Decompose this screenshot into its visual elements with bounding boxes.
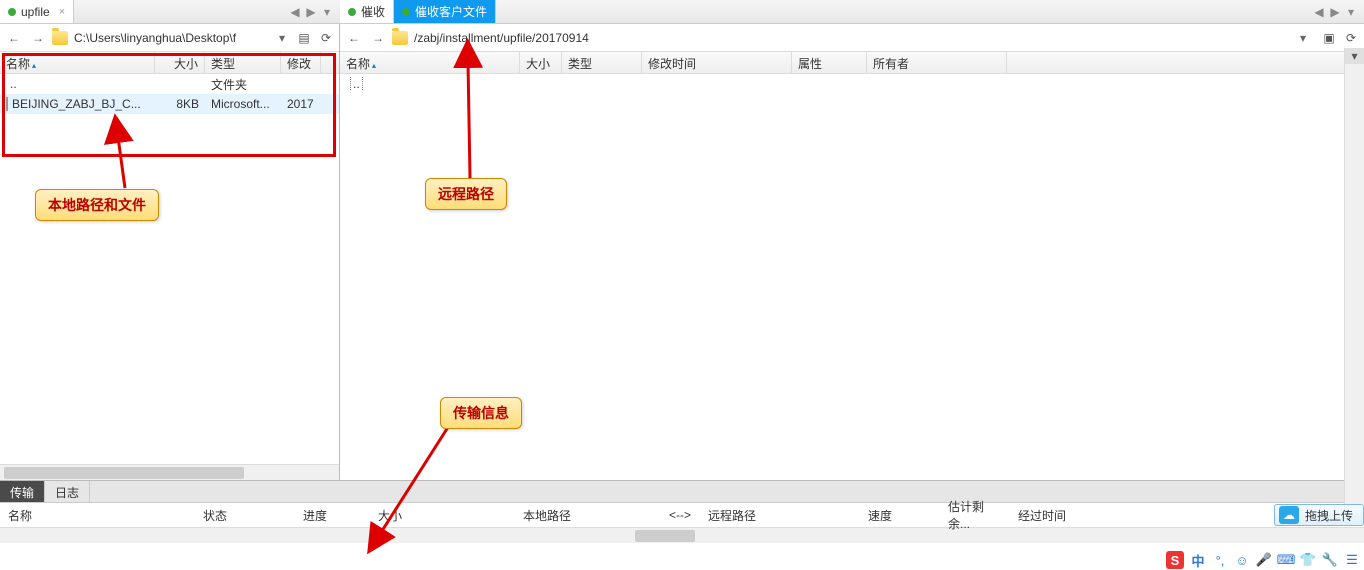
scrollbar-thumb[interactable] [4,467,244,479]
list-item[interactable]: .. 文件夹 [0,74,339,94]
ime-tool-icon[interactable]: 🔧 [1322,552,1338,568]
callout-remote: 远程路径 [425,178,507,210]
ime-keyboard-icon[interactable]: ⌨ [1278,552,1294,568]
callout-local: 本地路径和文件 [35,189,159,221]
tab-menu-icon[interactable]: ▾ [320,5,334,19]
forward-icon[interactable]: → [368,28,388,48]
tab-menu-icon[interactable]: ▾ [1344,5,1358,19]
tab-label: 催收 [361,3,385,20]
tab-prev-icon[interactable]: ◀ [288,5,302,19]
col-attr[interactable]: 属性 [792,52,867,73]
ime-mic-icon[interactable]: 🎤 [1256,552,1272,568]
chevron-down-icon[interactable]: ▾ [1300,31,1312,45]
col-owner[interactable]: 所有者 [867,52,1007,73]
list-item[interactable]: .. [340,74,1364,94]
tcol-size[interactable]: 大小 [370,507,515,524]
ime-emoji-icon[interactable]: ☺ [1234,552,1250,568]
folder-icon [52,31,68,45]
local-file-list[interactable]: .. 文件夹 BEIJING_ZABJ_BJ_C... 8KB Microsof… [0,74,339,464]
tcol-rpath[interactable]: 远程路径 [700,507,860,524]
drag-upload-button[interactable]: ☁ 拖拽上传 [1274,504,1364,526]
terminal-icon[interactable]: ▣ [1320,29,1338,47]
back-icon[interactable]: ← [4,28,24,48]
close-icon[interactable]: × [59,6,65,18]
tcol-arrow: <--> [660,508,700,522]
list-item[interactable]: BEIJING_ZABJ_BJ_C... 8KB Microsoft... 20… [0,94,339,114]
tcol-progress[interactable]: 进度 [295,507,370,524]
refresh-icon[interactable]: ⟳ [317,29,335,47]
tab-label: upfile [21,5,50,19]
tab-label: 催收客户文件 [415,3,487,20]
local-list-header: 名称▴ 大小 类型 修改 [0,52,339,74]
status-dot-icon [348,8,356,16]
tab-prev-icon[interactable]: ◀ [1312,5,1326,19]
col-type[interactable]: 类型 [205,52,281,73]
left-tab-upfile[interactable]: upfile × [0,0,74,23]
refresh-icon[interactable]: ⟳ [1342,29,1360,47]
ime-punct-icon[interactable]: °, [1212,552,1228,568]
cloud-upload-icon: ☁ [1279,506,1299,524]
remote-list-header: 名称▴ 大小 类型 修改时间 属性 所有者 [340,52,1364,74]
chevron-down-icon[interactable]: ▾ [279,31,291,45]
h-scrollbar[interactable] [0,464,339,480]
tab-log[interactable]: 日志 [45,481,90,502]
tcol-elapsed[interactable]: 经过时间 [1010,507,1110,524]
tcol-name[interactable]: 名称 [0,507,195,524]
local-path-input[interactable] [72,28,275,48]
tab-transfer[interactable]: 传输 [0,481,45,502]
ime-skin-icon[interactable]: 👕 [1300,552,1316,568]
v-scrollbar[interactable]: ▾ [1344,48,1364,504]
tcol-status[interactable]: 状态 [195,507,295,524]
status-dot-icon [402,8,410,16]
h-scrollbar[interactable] [0,527,1364,543]
status-dot-icon [8,8,16,16]
back-icon[interactable]: ← [344,28,364,48]
transfer-panel: 传输 日志 名称 状态 进度 大小 本地路径 <--> 远程路径 速度 估计剩余… [0,480,1364,543]
upload-label: 拖拽上传 [1305,507,1353,524]
explorer-icon[interactable]: ▤ [295,29,313,47]
remote-path-input[interactable] [412,28,1296,48]
remote-path-bar: ← → ▾ ▣ ⟳ [340,24,1364,52]
folder-icon [392,31,408,45]
col-type[interactable]: 类型 [562,52,642,73]
document-icon [6,97,8,111]
col-size[interactable]: 大小 [155,52,205,73]
tcol-eta[interactable]: 估计剩余... [940,498,1010,532]
ime-tray: S 中 °, ☺ 🎤 ⌨ 👕 🔧 ☰ [1166,551,1360,569]
forward-icon[interactable]: → [28,28,48,48]
right-tab-cuishou-files[interactable]: 催收客户文件 [394,0,496,23]
ime-lang-icon[interactable]: 中 [1190,552,1206,568]
tcol-speed[interactable]: 速度 [860,507,940,524]
local-path-bar: ← → ▾ ▤ ⟳ [0,24,339,52]
tab-next-icon[interactable]: ▶ [304,5,318,19]
tcol-lpath[interactable]: 本地路径 [515,507,660,524]
local-pane: ← → ▾ ▤ ⟳ 名称▴ 大小 类型 修改 .. 文件夹 BEIJING_ZA… [0,24,340,480]
ime-menu-icon[interactable]: ☰ [1344,552,1360,568]
sogou-ime-icon[interactable]: S [1166,551,1184,569]
scrollbar-thumb[interactable] [635,530,695,542]
col-name[interactable]: 名称▴ [0,52,155,73]
col-name[interactable]: 名称▴ [340,52,520,73]
col-size[interactable]: 大小 [520,52,562,73]
transfer-columns: 名称 状态 进度 大小 本地路径 <--> 远程路径 速度 估计剩余... 经过… [0,503,1364,527]
sort-asc-icon: ▴ [32,61,36,70]
col-mtime[interactable]: 修改 [281,52,321,73]
chevron-down-icon[interactable]: ▾ [1345,48,1364,64]
right-tab-cuishou[interactable]: 催收 [340,0,394,23]
col-mtime[interactable]: 修改时间 [642,52,792,73]
callout-transfer: 传输信息 [440,397,522,429]
tab-next-icon[interactable]: ▶ [1328,5,1342,19]
sort-asc-icon: ▴ [372,61,376,70]
